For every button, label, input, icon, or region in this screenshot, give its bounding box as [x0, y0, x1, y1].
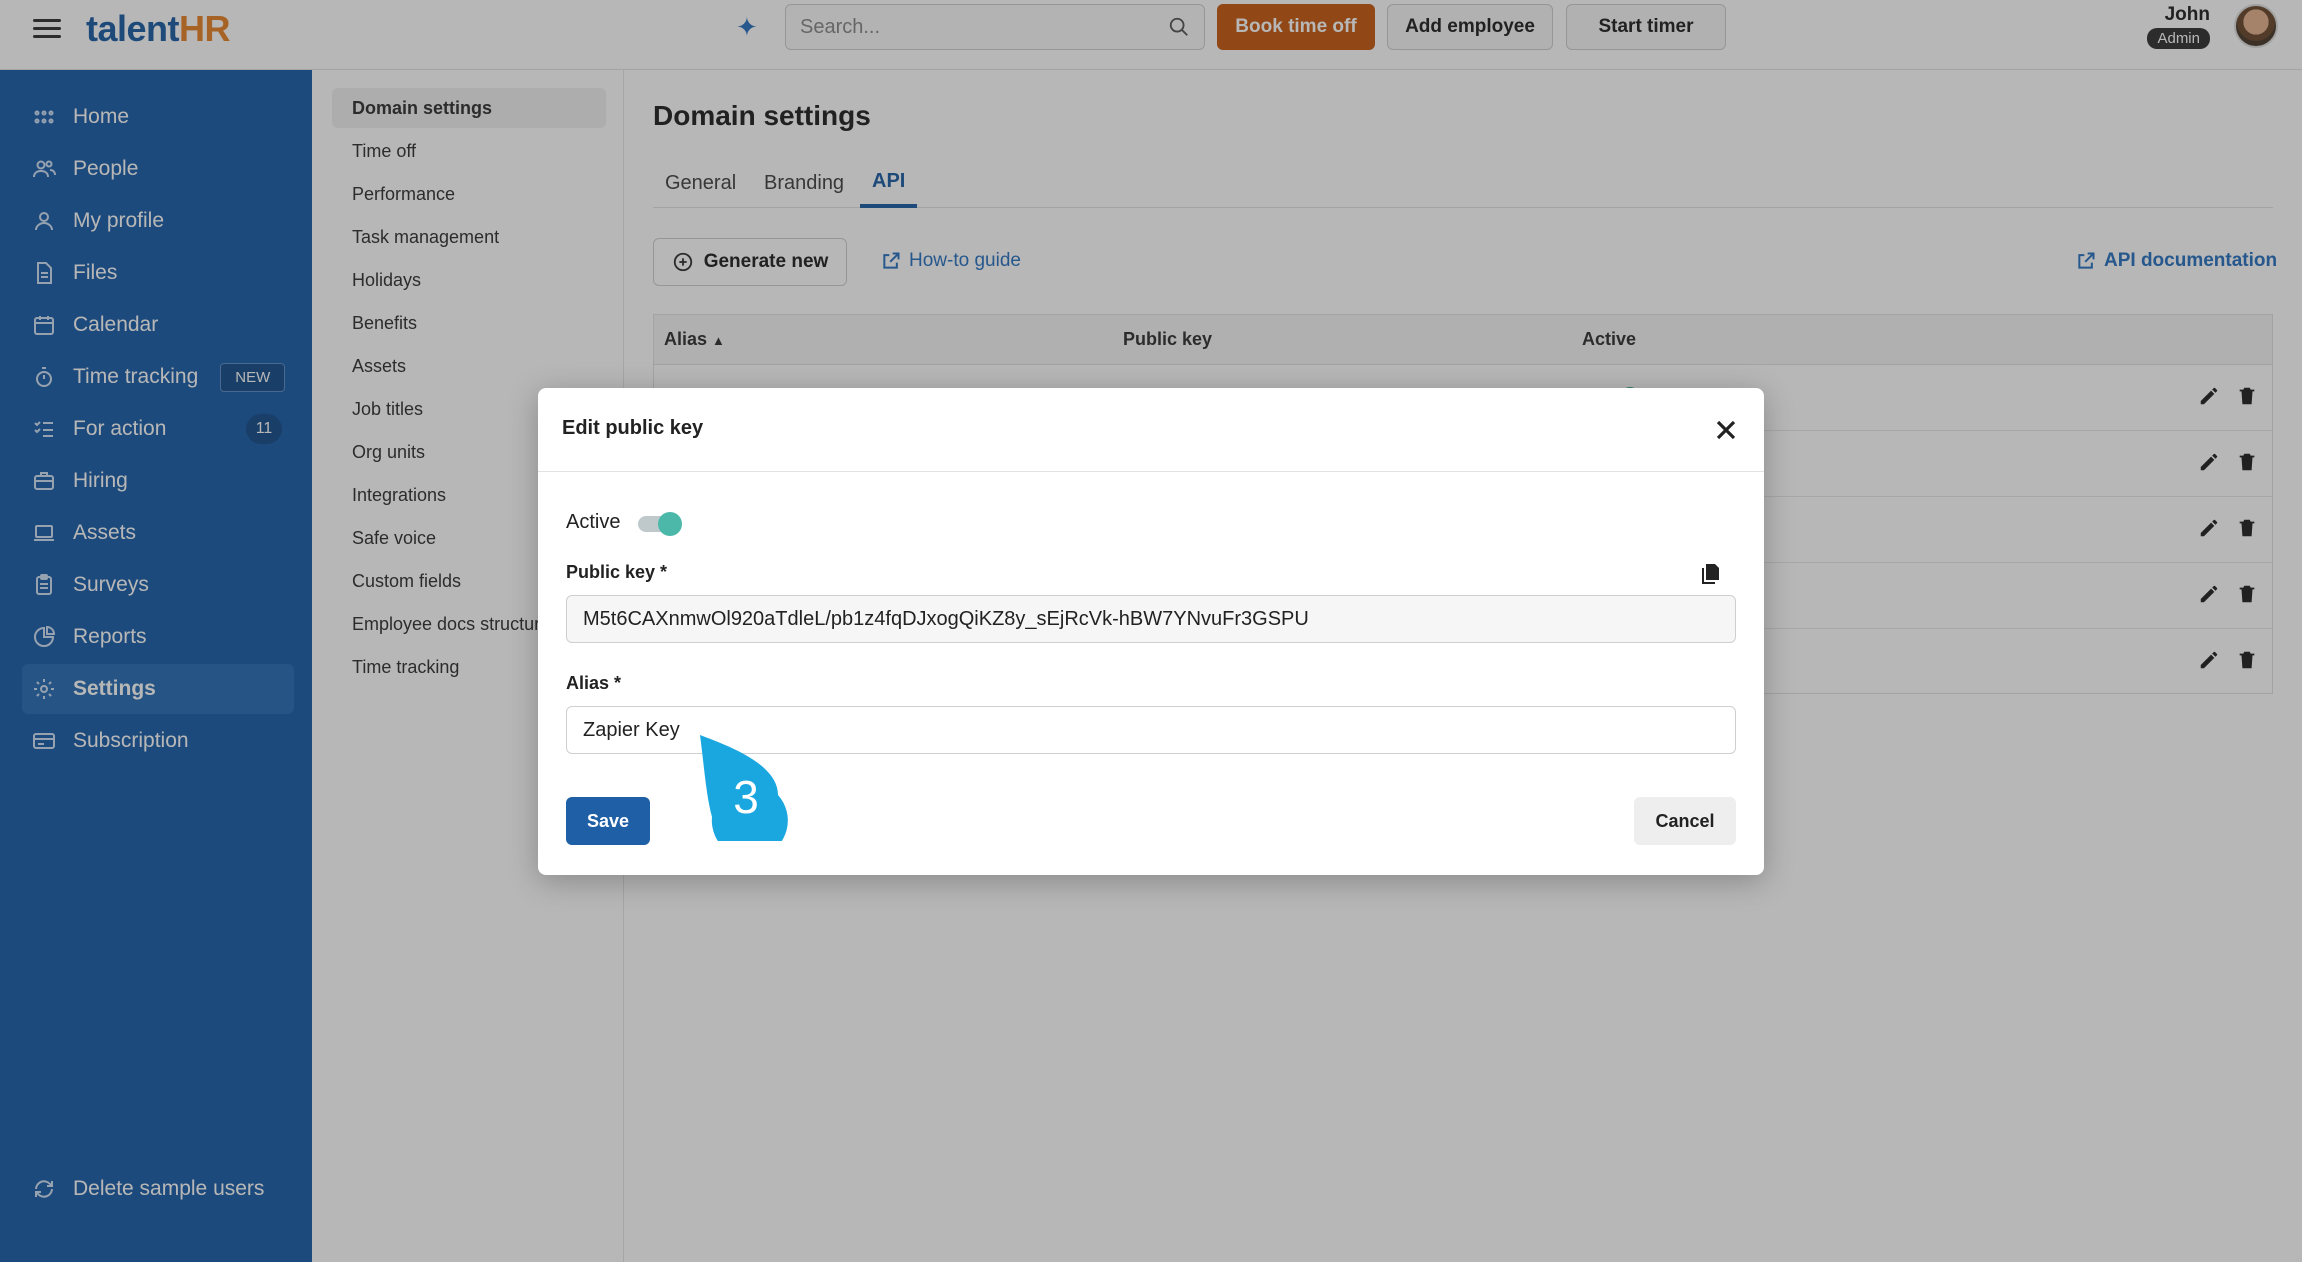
active-toggle[interactable]	[638, 512, 684, 536]
step-number: 3	[733, 771, 759, 823]
alias-label: Alias *	[566, 673, 622, 693]
public-key-field[interactable]	[566, 595, 1736, 643]
cancel-button[interactable]: Cancel	[1634, 797, 1736, 845]
copy-icon[interactable]	[1698, 562, 1722, 586]
dialog-title: Edit public key	[562, 417, 704, 439]
save-button[interactable]: Save	[566, 797, 650, 845]
public-key-label: Public key *	[566, 562, 668, 582]
active-label: Active	[566, 511, 621, 533]
dialog-header: Edit public key	[538, 388, 1764, 472]
step-marker: 3	[700, 735, 788, 841]
toggle-knob	[658, 512, 682, 536]
close-icon[interactable]	[1710, 414, 1742, 446]
